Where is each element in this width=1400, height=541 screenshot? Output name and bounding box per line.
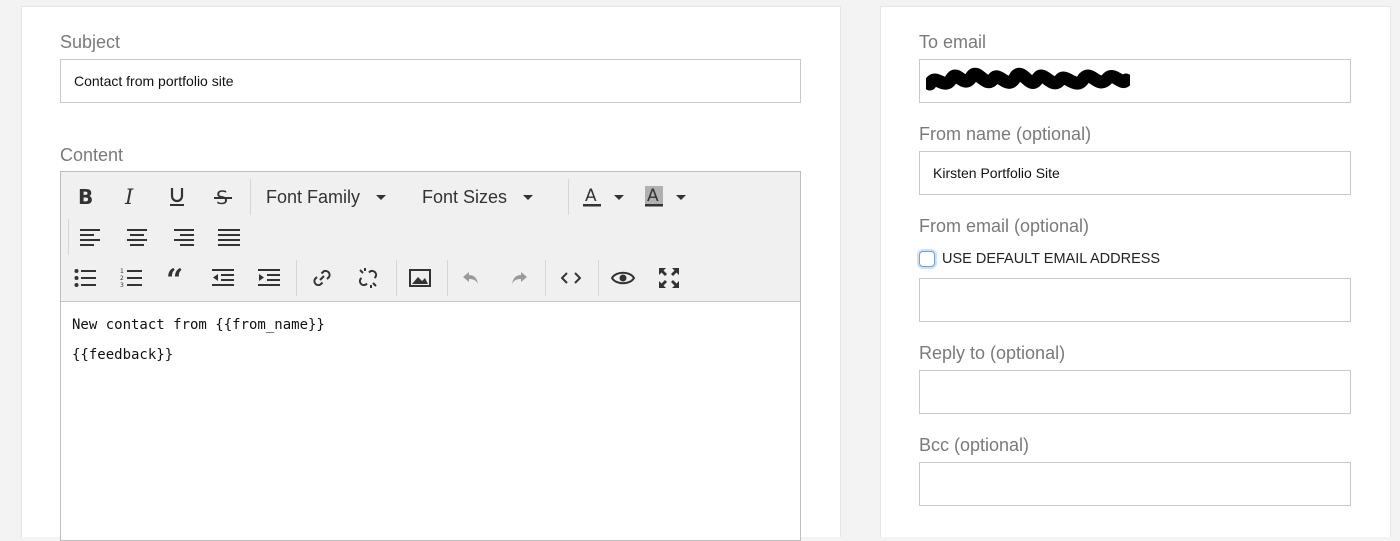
align-right-icon[interactable] [166, 220, 200, 254]
toolbar-separator [568, 179, 569, 215]
strikethrough-icon[interactable]: S [206, 180, 240, 214]
svg-text:A: A [647, 186, 659, 206]
blockquote-icon[interactable]: “ [160, 261, 194, 295]
preview-icon[interactable] [606, 261, 640, 295]
from-name-input[interactable]: Kirsten Portfolio Site [919, 151, 1351, 195]
outdent-icon[interactable] [206, 261, 240, 295]
editor-content-area[interactable]: New contact from {{from_name}} {{feedbac… [61, 301, 800, 540]
code-icon[interactable] [554, 261, 588, 295]
from-email-label: From email (optional) [919, 216, 1090, 236]
reply-to-label: Reply to (optional) [919, 343, 1066, 363]
from-name-label: From name (optional) [919, 124, 1092, 144]
toolbar-separator [250, 179, 251, 215]
align-center-icon[interactable] [120, 220, 154, 254]
chevron-down-icon [523, 194, 534, 200]
undo-icon[interactable] [454, 261, 488, 295]
redo-icon[interactable] [502, 261, 536, 295]
chevron-down-icon[interactable] [609, 180, 629, 214]
font-sizes-label: Font Sizes [422, 186, 508, 207]
svg-text:“: “ [166, 268, 183, 288]
fullscreen-icon[interactable] [652, 261, 686, 295]
subject-input[interactable]: Contact from portfolio site [60, 59, 801, 103]
toolbar-separator [447, 260, 448, 296]
italic-icon[interactable]: I [114, 180, 148, 214]
link-icon[interactable] [305, 261, 339, 295]
chevron-down-icon[interactable] [671, 180, 691, 214]
svg-text:I: I [124, 187, 134, 207]
bullet-list-icon[interactable] [68, 261, 102, 295]
toolbar-separator [545, 260, 546, 296]
reply-to-input[interactable] [919, 370, 1351, 414]
align-left-icon[interactable] [74, 220, 108, 254]
font-sizes-dropdown[interactable]: Font Sizes [422, 180, 534, 214]
redaction-scribble [926, 67, 1130, 91]
content-label: Content [60, 145, 124, 165]
chevron-down-icon [376, 194, 387, 200]
svg-text:3: 3 [120, 282, 124, 289]
toolbar-separator [396, 260, 397, 296]
toolbar-separator [598, 260, 599, 296]
default-email-checkbox[interactable] [919, 251, 935, 267]
default-email-checkbox-label: USE DEFAULT EMAIL ADDRESS [942, 251, 1161, 267]
bold-icon[interactable]: B [68, 180, 102, 214]
background-color-icon[interactable]: A [637, 180, 671, 214]
align-justify-icon[interactable] [212, 220, 246, 254]
to-email-label: To email [919, 32, 987, 52]
subject-label: Subject [60, 32, 121, 52]
svg-text:B: B [78, 187, 93, 207]
font-family-label: Font Family [266, 186, 361, 207]
rich-text-editor: B I S Font Family Font Sizes A A [60, 171, 801, 541]
toolbar-separator [296, 260, 297, 296]
from-email-input[interactable] [919, 278, 1351, 322]
indent-icon[interactable] [252, 261, 286, 295]
editor-line: {{feedback}} [72, 347, 174, 363]
svg-text:2: 2 [120, 275, 124, 282]
svg-text:A: A [585, 186, 597, 206]
font-family-dropdown[interactable]: Font Family [266, 180, 387, 214]
editor-toolbar: B I S Font Family Font Sizes A A [61, 172, 800, 302]
default-email-option[interactable]: USE DEFAULT EMAIL ADDRESS [919, 251, 1160, 267]
image-icon[interactable] [403, 261, 437, 295]
toolbar-separator [68, 219, 69, 255]
unlink-icon[interactable] [351, 261, 385, 295]
editor-line: New contact from {{from_name}} [72, 317, 325, 333]
text-color-icon[interactable]: A [575, 180, 609, 214]
bcc-input[interactable] [919, 462, 1351, 506]
underline-icon[interactable] [160, 180, 194, 214]
svg-text:1: 1 [120, 268, 124, 275]
numbered-list-icon[interactable]: 123 [114, 261, 148, 295]
bcc-label: Bcc (optional) [919, 435, 1030, 455]
